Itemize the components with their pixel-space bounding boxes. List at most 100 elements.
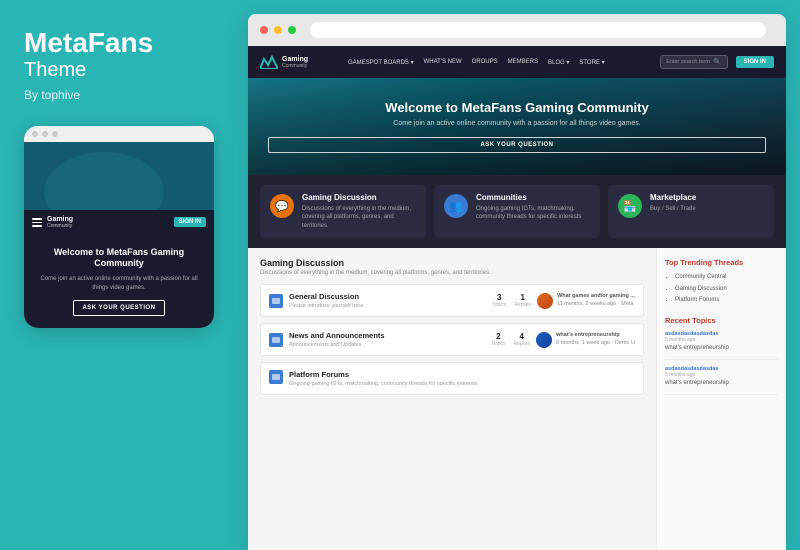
avatar-general: [537, 293, 553, 309]
hero-title: Welcome to MetaFans Gaming Community: [268, 100, 766, 115]
gaming-discussion-icon: 💬: [270, 194, 294, 218]
mobile-body: Welcome to MetaFans Gaming Community Com…: [24, 235, 214, 328]
recent-topic-2: asdasdasdasdasdas 5 months ago what's en…: [665, 366, 778, 395]
hero-subtitle: Come join an active online community wit…: [268, 120, 766, 127]
main-content: Gaming Discussion Discussions of everyth…: [248, 248, 786, 550]
site-header: Gaming Community GAMESPOT BOARDS ▾ WHAT'…: [248, 46, 786, 78]
forum-icon-platform: [269, 370, 283, 384]
nav-gamespot-boards[interactable]: GAMESPOT BOARDS ▾: [348, 59, 414, 66]
last-post-general: What games and/or gaming ...: [557, 293, 635, 299]
mobile-logo-sub: Community: [47, 223, 73, 229]
trending-item-3[interactable]: Platform Forums: [675, 296, 778, 304]
forum-stats-general: 3 Topics 1 Replies: [492, 293, 531, 308]
trending-title: Top Trending Threads: [665, 258, 778, 267]
nav-items: GAMESPOT BOARDS ▾ WHAT'S NEW GROUPS MEMB…: [348, 59, 652, 66]
mobile-signin-button[interactable]: SIGN IN: [174, 217, 206, 227]
site-logo: Gaming Community: [260, 55, 340, 69]
cat-desc-gaming: Discussions of everything in the medium,…: [302, 205, 416, 230]
hero-section: Welcome to MetaFans Gaming Community Com…: [248, 78, 786, 175]
forum-info-general: General Discussion Please introduce your…: [289, 292, 486, 309]
cat-title-communities: Communities: [476, 193, 590, 202]
signin-button[interactable]: SIGN IN: [736, 56, 774, 68]
forum-info-platform: Platform Forums Ongoing gaming IGTs, mat…: [289, 370, 635, 387]
content-left: Gaming Discussion Discussions of everyth…: [248, 248, 656, 550]
forum-icon-general: [269, 294, 283, 308]
mobile-dot-2: [42, 131, 48, 137]
logo-icon: [260, 55, 278, 69]
forum-icon-news: [269, 333, 283, 347]
logo-main-text: Gaming: [282, 56, 308, 63]
mobile-welcome-title: Welcome to MetaFans Gaming Community: [34, 247, 204, 270]
replies-count-general: 1: [514, 293, 531, 302]
browser-address-bar[interactable]: [310, 22, 766, 38]
nav-store[interactable]: STORE ▾: [579, 59, 604, 66]
content-sidebar: Top Trending Threads Community Central G…: [656, 248, 786, 550]
recent-title: Recent Topics: [665, 316, 778, 325]
hero-cta-button[interactable]: ASK YOUR QUESTION: [268, 137, 766, 153]
hamburger-icon[interactable]: [32, 218, 42, 227]
forum-row-general[interactable]: General Discussion Please introduce your…: [260, 284, 644, 317]
forum-tagline-news: Announcements and Updates: [289, 342, 485, 348]
topics-count-general: 3: [492, 293, 506, 302]
recent-topic-1: asdasdasdasdasdas 5 months ago what's en…: [665, 331, 778, 360]
section-title: Gaming Discussion: [260, 258, 644, 268]
forum-row-news[interactable]: News and Announcements Announcements and…: [260, 323, 644, 356]
browser-titlebar: [248, 14, 786, 46]
category-card-communities[interactable]: 👥 Communities Ongoing gaming IGTs, match…: [434, 185, 600, 238]
trending-list: Community Central Gaming Discussion Plat…: [665, 273, 778, 304]
section-desc: Discussions of everything in the medium,…: [260, 270, 644, 276]
mobile-logo-main: Gaming: [47, 216, 73, 223]
mobile-nav: Gaming Community SIGN IN: [24, 210, 214, 235]
brand-title: MetaFans: [24, 28, 224, 59]
marketplace-icon: 🏪: [618, 194, 642, 218]
nav-whats-new[interactable]: WHAT'S NEW: [424, 59, 462, 65]
topics-count-news: 2: [491, 332, 505, 341]
communities-icon: 👥: [444, 194, 468, 218]
forum-last-general: What games and/or gaming ... 11 months, …: [537, 293, 635, 309]
forum-tagline-general: Please introduce yourself here: [289, 303, 486, 309]
cat-title-marketplace: Marketplace: [650, 193, 696, 202]
brand-author: By tophive: [24, 88, 224, 102]
nav-blog[interactable]: BLOG ▾: [548, 59, 569, 66]
recent-meta-2: 5 months ago: [665, 372, 778, 378]
nav-members[interactable]: MEMBERS: [508, 59, 538, 65]
forum-info-news: News and Announcements Announcements and…: [289, 331, 485, 348]
forum-name-platform: Platform Forums: [289, 370, 635, 379]
avatar-news: [536, 332, 552, 348]
mobile-mockup: Gaming Community SIGN IN Welcome to Meta…: [24, 126, 214, 328]
forum-name-news: News and Announcements: [289, 331, 485, 340]
category-card-marketplace[interactable]: 🏪 Marketplace Buy / Sell / Trade: [608, 185, 774, 238]
left-panel: MetaFans Theme By tophive Gaming Communi…: [0, 0, 248, 550]
trending-item-1[interactable]: Community Central: [675, 273, 778, 281]
mobile-dots: [24, 126, 214, 142]
browser-minimize-dot[interactable]: [274, 26, 282, 34]
mobile-dot-3: [52, 131, 58, 137]
recent-meta-1: 5 months ago: [665, 337, 778, 343]
forum-tagline-platform: Ongoing gaming IGTs, matchmaking, commun…: [289, 381, 635, 387]
forum-name-general: General Discussion: [289, 292, 486, 301]
browser-close-dot[interactable]: [260, 26, 268, 34]
mobile-dot-1: [32, 131, 38, 137]
cat-title-gaming: Gaming Discussion: [302, 193, 416, 202]
forum-row-platform[interactable]: Platform Forums Ongoing gaming IGTs, mat…: [260, 362, 644, 395]
browser-maximize-dot[interactable]: [288, 26, 296, 34]
category-card-gaming-discussion[interactable]: 💬 Gaming Discussion Discussions of every…: [260, 185, 426, 238]
trending-item-2[interactable]: Gaming Discussion: [675, 285, 778, 293]
logo-sub-text: Community: [282, 63, 308, 69]
last-post-news: what's entrepreneurship: [556, 332, 620, 338]
brand-subtitle: Theme: [24, 59, 224, 82]
mobile-tagline: Come join an active online community wit…: [34, 275, 204, 292]
mobile-hero-image: [24, 142, 214, 210]
search-bar[interactable]: Enter search term 🔍: [660, 55, 727, 69]
browser-mockup: Gaming Community GAMESPOT BOARDS ▾ WHAT'…: [248, 14, 786, 550]
recent-text-2: what's entrepreneurship: [665, 380, 778, 388]
last-meta-general: 11 months, 2 weeks ago · Meta: [557, 301, 633, 307]
search-placeholder: Enter search term: [666, 59, 710, 65]
nav-groups[interactable]: GROUPS: [472, 59, 498, 65]
search-icon: 🔍: [713, 58, 722, 66]
category-strip: 💬 Gaming Discussion Discussions of every…: [248, 175, 786, 248]
replies-count-news: 4: [513, 332, 530, 341]
forum-stats-news: 2 Topics 4 Replies: [491, 332, 530, 347]
mobile-ask-button[interactable]: ASK YOUR QUESTION: [73, 300, 164, 316]
last-meta-news: 6 months, 1 week ago · Demo U: [556, 340, 635, 346]
